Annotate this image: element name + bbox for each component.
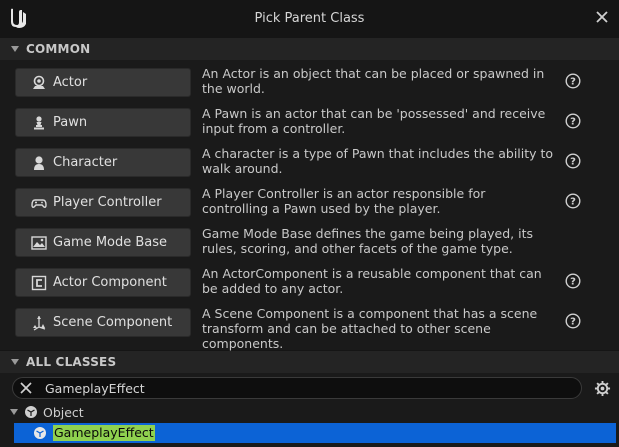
common-row-character: Character A character is a type of Pawn … xyxy=(0,146,619,186)
gamepad-icon xyxy=(31,198,47,208)
object-class-icon xyxy=(25,406,37,418)
tree-item-gameplay-effect[interactable]: GameplayEffect xyxy=(14,423,616,443)
help-icon[interactable]: ? xyxy=(565,113,581,129)
help-icon[interactable]: ? xyxy=(565,73,581,89)
tree-item-object[interactable]: Object xyxy=(0,402,619,422)
svg-text:?: ? xyxy=(570,197,576,208)
pawn-description: A Pawn is an actor that can be 'possesse… xyxy=(202,106,546,136)
common-row-pawn: Pawn A Pawn is an actor that can be 'pos… xyxy=(0,106,619,146)
player-controller-description: A Player Controller is an actor responsi… xyxy=(202,186,486,216)
pawn-icon xyxy=(34,115,44,129)
object-class-icon xyxy=(34,427,46,439)
tree-item-gameplay-effect-label: GameplayEffect xyxy=(53,425,155,441)
close-icon[interactable] xyxy=(593,8,611,26)
all-classes-panel: Object GameplayEffect xyxy=(0,373,619,447)
class-search-box xyxy=(12,377,582,399)
class-search-input[interactable] xyxy=(45,379,565,397)
game-mode-base-class-label: Game Mode Base xyxy=(53,235,168,250)
pawn-class-label: Pawn xyxy=(53,115,88,130)
common-row-game-mode-base: Game Mode Base Game Mode Base defines th… xyxy=(0,226,619,266)
actor-description: An Actor is an object that can be placed… xyxy=(202,66,545,96)
common-row-actor-component: Actor Component An ActorComponent is a r… xyxy=(0,266,619,306)
svg-text:?: ? xyxy=(570,77,576,88)
scene-component-class-button[interactable]: Scene Component xyxy=(15,308,191,337)
character-class-button[interactable]: Character xyxy=(15,148,191,177)
svg-text:?: ? xyxy=(570,117,576,128)
character-class-label: Character xyxy=(53,155,118,170)
pawn-class-button[interactable]: Pawn xyxy=(15,108,191,137)
help-icon[interactable]: ? xyxy=(565,193,581,209)
chevron-down-icon xyxy=(11,359,19,365)
actor-class-button[interactable]: Actor xyxy=(15,68,191,97)
common-row-player-controller: Player Controller A Player Controller is… xyxy=(0,186,619,226)
common-section-header[interactable]: COMMON xyxy=(0,38,619,60)
title-bar: Pick Parent Class xyxy=(0,0,619,37)
actor-component-class-button[interactable]: Actor Component xyxy=(15,268,191,297)
chevron-down-icon xyxy=(11,46,19,52)
game-mode-base-class-button[interactable]: Game Mode Base xyxy=(15,228,191,257)
actor-component-description: An ActorComponent is a reusable componen… xyxy=(202,266,542,296)
common-row-scene-component: Scene Component A Scene Component is a c… xyxy=(0,306,619,351)
player-controller-class-button[interactable]: Player Controller xyxy=(15,188,191,217)
common-class-list: Actor An Actor is an object that can be … xyxy=(0,60,619,351)
game-mode-icon xyxy=(31,235,47,250)
actor-component-class-label: Actor Component xyxy=(53,275,167,290)
window-title: Pick Parent Class xyxy=(254,11,365,26)
tree-expand-icon[interactable] xyxy=(9,407,19,417)
player-controller-class-label: Player Controller xyxy=(53,195,162,210)
gear-icon[interactable] xyxy=(594,380,611,397)
help-icon[interactable]: ? xyxy=(565,153,581,169)
tree-item-object-label: Object xyxy=(43,404,84,420)
scene-component-description: A Scene Component is a component that ha… xyxy=(202,306,538,351)
help-icon[interactable]: ? xyxy=(565,273,581,289)
common-section-label: COMMON xyxy=(26,42,91,56)
help-icon[interactable]: ? xyxy=(565,313,581,329)
clear-search-icon[interactable] xyxy=(19,381,33,395)
svg-text:?: ? xyxy=(570,317,576,328)
game-mode-base-description: Game Mode Base defines the game being pl… xyxy=(202,226,533,256)
scene-component-class-label: Scene Component xyxy=(53,315,173,330)
common-row-actor: Actor An Actor is an object that can be … xyxy=(0,66,619,106)
scene-component-icon xyxy=(33,315,46,331)
actor-class-label: Actor xyxy=(53,75,88,90)
svg-text:?: ? xyxy=(570,157,576,168)
all-classes-section-header[interactable]: ALL CLASSES xyxy=(0,351,619,373)
actor-icon xyxy=(33,75,45,89)
component-icon xyxy=(31,275,47,290)
character-description: A character is a type of Pawn that inclu… xyxy=(202,146,554,176)
svg-text:?: ? xyxy=(570,277,576,288)
all-classes-section-label: ALL CLASSES xyxy=(26,355,117,369)
character-icon xyxy=(34,155,44,170)
